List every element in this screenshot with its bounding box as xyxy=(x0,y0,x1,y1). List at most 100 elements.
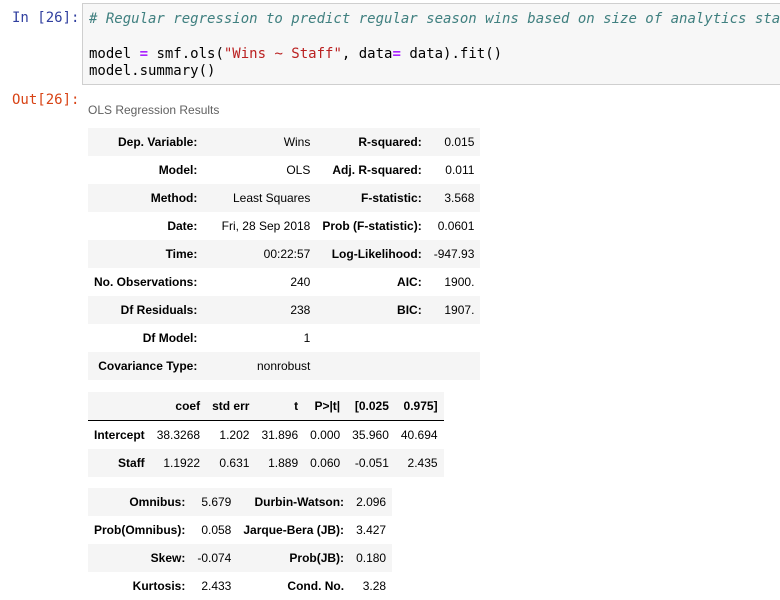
summary-label: Model: xyxy=(88,156,204,184)
diagnostic-value: 3.427 xyxy=(350,516,393,544)
summary-label: R-squared: xyxy=(316,128,428,156)
summary-label: Method: xyxy=(88,184,204,212)
summary-label: F-statistic: xyxy=(316,184,428,212)
coef-value: 2.435 xyxy=(394,449,444,477)
summary-label xyxy=(316,352,428,380)
summary-row: Dep. Variable: Wins R-squared: 0.015 xyxy=(88,128,481,156)
summary-row: No. Observations: 240 AIC: 1900. xyxy=(88,268,481,296)
coef-value: 1.1922 xyxy=(150,449,207,477)
summary-value: -947.93 xyxy=(427,240,481,268)
summary-value: nonrobust xyxy=(203,352,317,380)
summary-value xyxy=(427,324,481,352)
diagnostic-value: 3.28 xyxy=(350,572,393,600)
diagnostic-value: 2.433 xyxy=(191,572,238,600)
diagnostic-value: 0.180 xyxy=(350,544,393,572)
summary-value: 0.0601 xyxy=(427,212,481,240)
diagnostic-label: Cond. No. xyxy=(237,572,351,600)
results-caption: OLS Regression Results xyxy=(88,103,220,117)
diagnostic-label: Omnibus: xyxy=(88,488,192,516)
summary-table: Dep. Variable: Wins R-squared: 0.015 Model: O… xyxy=(88,128,481,380)
code-token: model xyxy=(89,46,140,62)
summary-label: Df Model: xyxy=(88,324,204,352)
diagnostic-label: Kurtosis: xyxy=(88,572,192,600)
coef-term: Intercept xyxy=(88,420,151,449)
summary-value: Fri, 28 Sep 2018 xyxy=(203,212,317,240)
summary-row: Method: Least Squares F-statistic: 3.568 xyxy=(88,184,481,212)
coef-header: std err xyxy=(206,392,256,421)
summary-row: Df Residuals: 238 BIC: 1907. xyxy=(88,296,481,324)
summary-label: AIC: xyxy=(316,268,428,296)
diagnostic-value: 5.679 xyxy=(191,488,238,516)
code-comment-line: # Regular regression to predict regular … xyxy=(89,11,780,27)
diagnostics-row: Prob(Omnibus): 0.058 Jarque-Bera (JB): 3.42… xyxy=(88,516,393,544)
coef-header: coef xyxy=(150,392,207,421)
coef-value: 31.896 xyxy=(255,420,305,449)
diagnostic-label: Durbin-Watson: xyxy=(237,488,351,516)
summary-value: 238 xyxy=(203,296,317,324)
summary-label: Dep. Variable: xyxy=(88,128,204,156)
diagnostic-value: -0.074 xyxy=(191,544,238,572)
summary-label: Adj. R-squared: xyxy=(316,156,428,184)
summary-value: 240 xyxy=(203,268,317,296)
summary-label: Log-Likelihood: xyxy=(316,240,428,268)
summary-value: 1900. xyxy=(427,268,481,296)
code-cell[interactable]: # Regular regression to predict regular … xyxy=(82,3,780,85)
diagnostics-table: Omnibus: 5.679 Durbin-Watson: 2.096 Prob(Omn… xyxy=(88,488,393,600)
coef-header xyxy=(88,392,151,421)
coef-header-row: coef std err t P>|t| [0.025 0.975] xyxy=(88,392,444,421)
diagnostic-label: Jarque-Bera (JB): xyxy=(237,516,351,544)
diagnostics-row: Kurtosis: 2.433 Cond. No. 3.28 xyxy=(88,572,393,600)
summary-label: Covariance Type: xyxy=(88,352,204,380)
summary-value: 3.568 xyxy=(427,184,481,212)
coef-term: Staff xyxy=(88,449,151,477)
summary-label: Prob (F-statistic): xyxy=(316,212,428,240)
code-token-operator: = xyxy=(392,46,401,62)
summary-value: Least Squares xyxy=(203,184,317,212)
summary-label: Df Residuals: xyxy=(88,296,204,324)
summary-label: Time: xyxy=(88,240,204,268)
summary-label xyxy=(316,324,428,352)
diagnostics-row: Skew: -0.074 Prob(JB): 0.180 xyxy=(88,544,393,572)
summary-row: Date: Fri, 28 Sep 2018 Prob (F-statistic):… xyxy=(88,212,481,240)
summary-row: Df Model: 1 xyxy=(88,324,481,352)
coef-row: Intercept 38.3268 1.202 31.896 0.000 35.960 40… xyxy=(88,420,444,449)
input-prompt: In [26]: xyxy=(12,10,80,26)
coefficient-table: coef std err t P>|t| [0.025 0.975] Intercept 3… xyxy=(88,392,444,477)
summary-value: 0.015 xyxy=(427,128,481,156)
summary-row: Time: 00:22:57 Log-Likelihood: -947.93 xyxy=(88,240,481,268)
diagnostic-value: 2.096 xyxy=(350,488,393,516)
code-token-string: "Wins ~ Staff" xyxy=(223,46,342,62)
summary-row: Covariance Type: nonrobust xyxy=(88,352,481,380)
coef-value: -0.051 xyxy=(346,449,395,477)
summary-value: 00:22:57 xyxy=(203,240,317,268)
summary-value: OLS xyxy=(203,156,317,184)
summary-value xyxy=(427,352,481,380)
coef-header: 0.975] xyxy=(394,392,444,421)
summary-label: No. Observations: xyxy=(88,268,204,296)
coef-value: 40.694 xyxy=(394,420,444,449)
summary-value: 1907. xyxy=(427,296,481,324)
coef-value: 1.202 xyxy=(206,420,256,449)
coef-header: P>|t| xyxy=(304,392,347,421)
coef-value: 35.960 xyxy=(346,420,395,449)
code-token-operator: = xyxy=(139,46,149,62)
summary-row: Model: OLS Adj. R-squared: 0.011 xyxy=(88,156,481,184)
coef-header: t xyxy=(255,392,305,421)
output-prompt: Out[26]: xyxy=(12,92,80,108)
code-token: , data xyxy=(341,46,393,62)
summary-value: Wins xyxy=(203,128,317,156)
coef-value: 0.631 xyxy=(206,449,256,477)
coef-value: 0.000 xyxy=(304,420,347,449)
summary-value: 0.011 xyxy=(427,156,481,184)
summary-value: 1 xyxy=(203,324,317,352)
summary-label: Date: xyxy=(88,212,204,240)
diagnostic-label: Skew: xyxy=(88,544,192,572)
diagnostic-value: 0.058 xyxy=(191,516,238,544)
code-token: data).fit() xyxy=(400,46,503,62)
coef-header: [0.025 xyxy=(346,392,395,421)
diagnostic-label: Prob(Omnibus): xyxy=(88,516,192,544)
diagnostics-row: Omnibus: 5.679 Durbin-Watson: 2.096 xyxy=(88,488,393,516)
coef-value: 38.3268 xyxy=(150,420,207,449)
coef-row: Staff 1.1922 0.631 1.889 0.060 -0.051 2.435 xyxy=(88,449,444,477)
code-line-model: model = smf.ols("Wins ~ Staff", data= da… xyxy=(89,46,502,62)
